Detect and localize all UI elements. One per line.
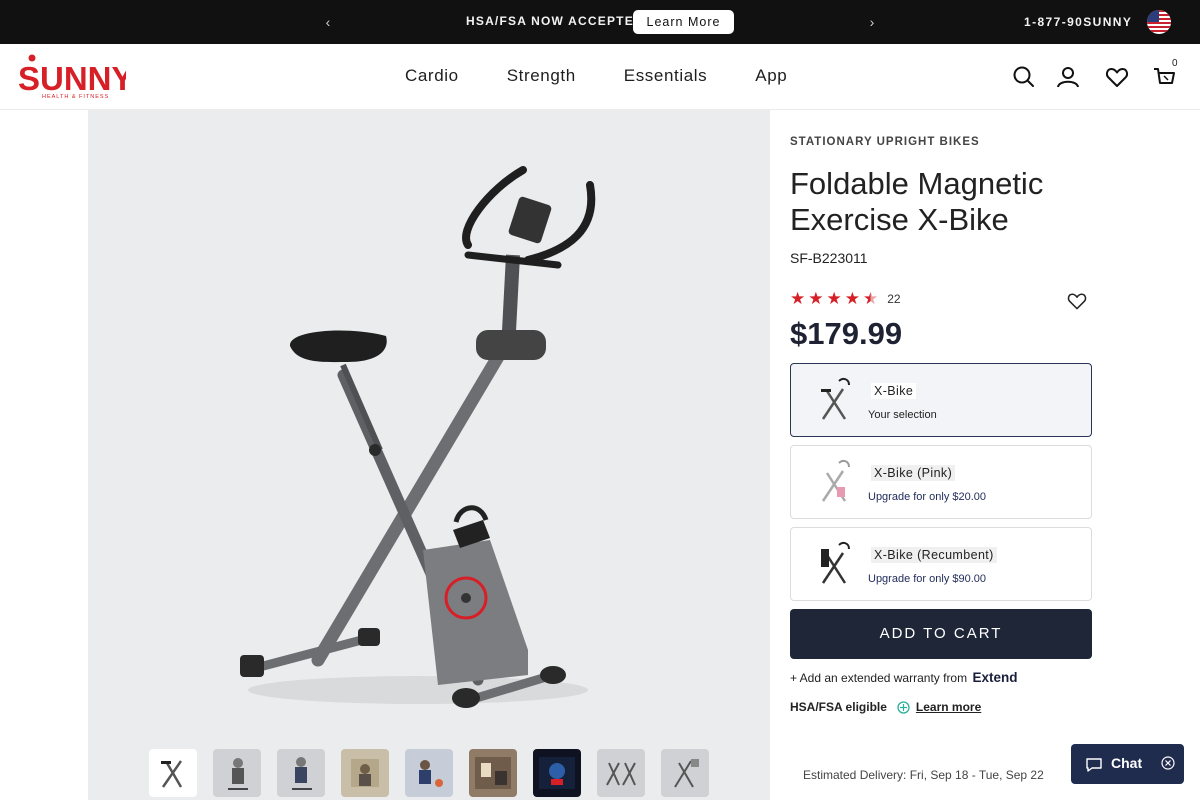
close-icon[interactable] — [1161, 756, 1175, 770]
add-to-cart-button[interactable]: ADD TO CART — [790, 609, 1092, 659]
variant-subtitle: Upgrade for only $90.00 — [868, 573, 987, 585]
thumbnail[interactable] — [661, 749, 709, 797]
star-icon: ★ — [790, 289, 806, 308]
main-nav: Cardio Strength Essentials App — [405, 66, 787, 86]
variant-option-xbike[interactable]: X-Bike Your selection — [790, 363, 1092, 437]
variant-thumbnail — [815, 457, 855, 507]
thumbnail[interactable] — [533, 749, 581, 797]
warranty-text: + Add an extended warranty from — [790, 671, 968, 685]
variant-thumbnail — [815, 539, 855, 589]
star-icon: ★ — [826, 289, 842, 308]
svg-text:HEALTH & FITNESS: HEALTH & FITNESS — [42, 94, 109, 100]
promo-text: HSA/FSA NOW ACCEPTED — [466, 14, 644, 28]
variant-name: X-Bike (Recumbent) — [871, 547, 997, 563]
variant-subtitle: Your selection — [868, 409, 937, 421]
hsa-label: HSA/FSA eligible — [790, 700, 887, 714]
announcement-bar: ‹ HSA/FSA NOW ACCEPTED Learn More › 1-87… — [0, 0, 1200, 44]
phone-number[interactable]: 1-877-90SUNNY — [1024, 15, 1132, 29]
hsa-eligibility: HSA/FSA eligible Learn more — [790, 700, 981, 714]
thumbnail[interactable] — [149, 749, 197, 797]
wishlist-heart-icon[interactable] — [1066, 290, 1088, 312]
variant-subtitle: Upgrade for only $20.00 — [868, 491, 987, 503]
svg-text:SUNNY: SUNNY — [18, 60, 126, 97]
estimated-delivery: Estimated Delivery: Fri, Sep 18 - Tue, S… — [803, 768, 1044, 782]
nav-app[interactable]: App — [755, 66, 787, 86]
product-category[interactable]: STATIONARY UPRIGHT BIKES — [790, 136, 980, 148]
thumbnail[interactable] — [405, 749, 453, 797]
variant-option-xbike-recumbent[interactable]: X-Bike (Recumbent) Upgrade for only $90.… — [790, 527, 1092, 601]
thumbnail[interactable] — [597, 749, 645, 797]
thumbnail[interactable] — [341, 749, 389, 797]
product-price: $179.99 — [790, 316, 903, 351]
product-sku: SF-B223011 — [790, 250, 868, 266]
thumbnail-strip — [149, 749, 709, 797]
star-icon: ★ — [808, 289, 824, 308]
product-title: Foldable Magnetic Exercise X-Bike — [790, 166, 1044, 237]
chat-bubble-icon — [1085, 757, 1103, 773]
hsa-badge-icon — [897, 700, 910, 714]
chat-label: Chat — [1111, 755, 1143, 771]
product-main-image[interactable] — [228, 150, 608, 730]
variant-option-xbike-pink[interactable]: X-Bike (Pink) Upgrade for only $20.00 — [790, 445, 1092, 519]
thumbnail[interactable] — [213, 749, 261, 797]
variant-name: X-Bike (Pink) — [871, 465, 956, 481]
search-icon[interactable] — [1011, 64, 1037, 90]
cart-count-badge: 0 — [1172, 58, 1178, 69]
nav-essentials[interactable]: Essentials — [624, 66, 707, 86]
chat-button[interactable]: Chat — [1071, 744, 1184, 784]
wishlist-icon[interactable] — [1104, 64, 1130, 90]
nav-strength[interactable]: Strength — [507, 66, 576, 86]
chevron-right-icon[interactable]: › — [863, 13, 881, 31]
hsa-learn-more-link[interactable]: Learn more — [916, 700, 981, 714]
half-star-icon: ★ — [863, 289, 879, 308]
rating-stars[interactable]: ★ ★ ★ ★ ★ 22 — [790, 290, 901, 307]
product-gallery — [88, 110, 770, 800]
nav-cardio[interactable]: Cardio — [405, 66, 459, 86]
us-flag-icon[interactable] — [1147, 10, 1171, 34]
account-icon[interactable] — [1055, 64, 1081, 90]
thumbnail[interactable] — [277, 749, 325, 797]
variant-thumbnail — [815, 375, 855, 425]
variant-name: X-Bike — [871, 383, 917, 399]
site-header: SUNNY HEALTH & FITNESS Cardio Strength E… — [0, 44, 1200, 110]
learn-more-button[interactable]: Learn More — [633, 10, 734, 34]
chevron-left-icon[interactable]: ‹ — [319, 13, 337, 31]
rating-count: 22 — [887, 291, 901, 306]
extended-warranty[interactable]: + Add an extended warranty from Extend — [790, 670, 1017, 685]
extend-brand-link[interactable]: Extend — [972, 670, 1017, 685]
star-icon: ★ — [844, 289, 860, 308]
thumbnail[interactable] — [469, 749, 517, 797]
sunny-logo[interactable]: SUNNY HEALTH & FITNESS — [16, 52, 134, 102]
